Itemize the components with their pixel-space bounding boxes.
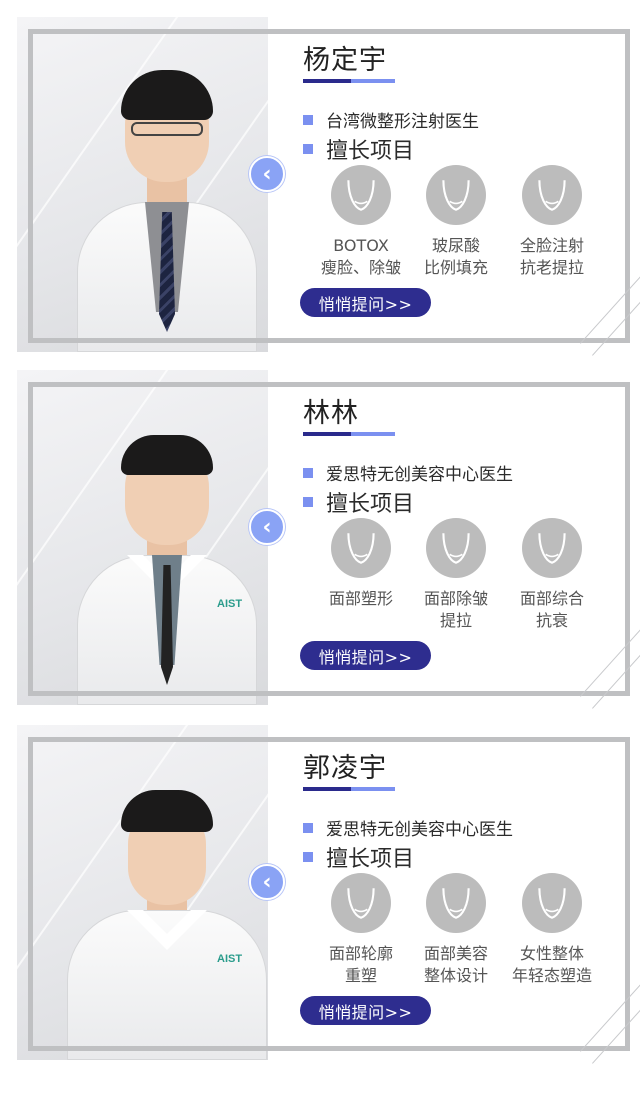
bullet-square-icon xyxy=(303,822,313,833)
skills-heading-row: 擅长项目 xyxy=(303,486,414,518)
doctor-name: 杨定宇 xyxy=(303,45,387,76)
bullet-square-icon xyxy=(303,114,313,125)
skill-label: 全脸注射 抗老提拉 xyxy=(519,236,584,277)
skill-item: 面部除皱 提拉 xyxy=(401,518,511,632)
skill-label: 面部综合 抗衰 xyxy=(519,589,584,630)
chevron-left-icon[interactable]: ‹ xyxy=(249,509,285,545)
face-contour-icon xyxy=(426,873,486,933)
doctor-title: 爱思特无创美容中心医生 xyxy=(326,820,513,840)
chevron-left-icon[interactable]: ‹ xyxy=(249,156,285,192)
bullet-square-icon xyxy=(303,467,313,478)
skill-label: 面部塑形 xyxy=(328,589,393,608)
skill-label: 面部除皱 提拉 xyxy=(423,589,488,630)
skills-heading: 擅长项目 xyxy=(326,139,415,164)
name-underline xyxy=(303,79,395,83)
skill-item: 玻尿酸 比例填充 xyxy=(401,165,511,279)
face-contour-icon xyxy=(426,518,486,578)
skills-heading: 擅长项目 xyxy=(326,847,415,872)
skill-item: 面部轮廓 重塑 xyxy=(306,873,416,987)
doctor-card: AIST ‹ 林林 爱思特无创美容中心医生 擅长项目 面部塑形 面部除皱 提拉 xyxy=(0,368,640,709)
doctor-card: AIST ‹ 郭凌宇 爱思特无创美容中心医生 擅长项目 面部轮廓 重塑 面部美容… xyxy=(0,723,640,1064)
bullet-square-icon xyxy=(303,497,313,507)
face-contour-icon xyxy=(426,165,486,225)
doctor-title-row: 台湾微整形注射医生 xyxy=(303,107,479,132)
skills-heading: 擅长项目 xyxy=(326,492,415,517)
skills-heading-row: 擅长项目 xyxy=(303,133,414,165)
skill-item: BOTOX 瘦脸、除皱 xyxy=(306,165,416,279)
skill-item: 全脸注射 抗老提拉 xyxy=(497,165,607,279)
skill-label: 面部轮廓 重塑 xyxy=(328,944,393,985)
skills-list: 面部塑形 面部除皱 提拉 面部综合 抗衰 xyxy=(303,518,623,638)
skill-label: 玻尿酸 比例填充 xyxy=(423,236,488,277)
consult-button[interactable]: 悄悄提问>> xyxy=(300,288,431,317)
doctor-title-row: 爱思特无创美容中心医生 xyxy=(303,460,513,485)
chevron-left-icon[interactable]: ‹ xyxy=(249,864,285,900)
skill-item: 面部美容 整体设计 xyxy=(401,873,511,987)
face-contour-icon xyxy=(331,518,391,578)
face-contour-icon xyxy=(331,873,391,933)
doctor-title: 爱思特无创美容中心医生 xyxy=(326,465,513,485)
skill-label: 女性整体 年轻态塑造 xyxy=(511,944,592,985)
face-contour-icon xyxy=(522,873,582,933)
name-underline xyxy=(303,787,395,791)
skills-list: 面部轮廓 重塑 面部美容 整体设计 女性整体 年轻态塑造 xyxy=(303,873,623,993)
skill-label: BOTOX 瘦脸、除皱 xyxy=(320,236,401,277)
skill-item: 面部塑形 xyxy=(306,518,416,610)
face-contour-icon xyxy=(522,518,582,578)
doctor-title-row: 爱思特无创美容中心医生 xyxy=(303,815,513,840)
bullet-square-icon xyxy=(303,144,313,154)
name-underline xyxy=(303,432,395,436)
skill-item: 面部综合 抗衰 xyxy=(497,518,607,632)
consult-button[interactable]: 悄悄提问>> xyxy=(300,641,431,670)
bullet-square-icon xyxy=(303,852,313,862)
face-contour-icon xyxy=(331,165,391,225)
doctor-name: 郭凌宇 xyxy=(303,753,387,784)
consult-button[interactable]: 悄悄提问>> xyxy=(300,996,431,1025)
doctor-title: 台湾微整形注射医生 xyxy=(326,112,479,132)
face-contour-icon xyxy=(522,165,582,225)
doctor-card: ‹ 杨定宇 台湾微整形注射医生 擅长项目 BOTOX 瘦脸、除皱 玻尿酸 比例填… xyxy=(0,15,640,356)
skills-list: BOTOX 瘦脸、除皱 玻尿酸 比例填充 全脸注射 抗老提拉 xyxy=(303,165,623,285)
skill-item: 女性整体 年轻态塑造 xyxy=(497,873,607,987)
doctor-name: 林林 xyxy=(303,398,359,429)
skill-label: 面部美容 整体设计 xyxy=(423,944,488,985)
skills-heading-row: 擅长项目 xyxy=(303,841,414,873)
